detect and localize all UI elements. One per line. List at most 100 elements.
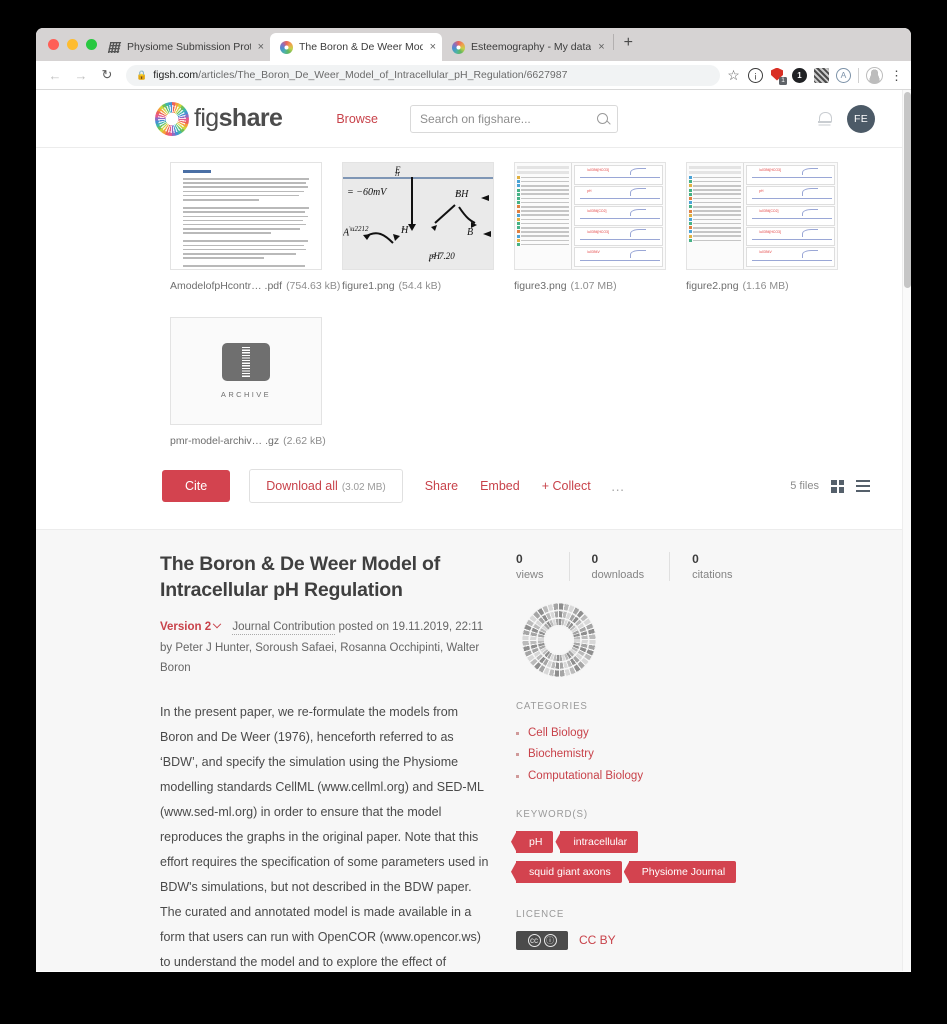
- figshare-logo-text: figshare: [194, 104, 283, 132]
- licence-heading: LICENCE: [516, 908, 565, 920]
- action-bar: Cite Download all (3.02 MB) Share Embed +…: [36, 447, 902, 530]
- info-circle-icon[interactable]: [748, 67, 763, 83]
- page-scrollbar[interactable]: [902, 90, 911, 971]
- close-icon[interactable]: ×: [430, 41, 436, 53]
- authors[interactable]: Peter J Hunter, Soroush Safaei, Rosanna …: [160, 642, 479, 674]
- tab-label: Esteemography - My data: [471, 41, 592, 53]
- opencor-parameter-panel: [687, 163, 744, 269]
- shield-extension-icon[interactable]: 1: [770, 68, 787, 85]
- opencor-plot-panel: \u0394[HCO3] pH \u0394[CO2] \u0394[HCO3]…: [572, 163, 665, 269]
- header-actions: FE: [818, 104, 875, 133]
- collect-button[interactable]: + Collect: [542, 479, 591, 493]
- file-card-figure2[interactable]: \u0394[HCO3] pH \u0394[CO2] \u0394[HCO3]…: [686, 162, 858, 292]
- file-thumbnail-figure1[interactable]: EH = −60mV H + BH + B A\u2212 pH i = 7.20: [342, 162, 494, 270]
- stat-downloads: 0 downloads: [592, 552, 671, 581]
- category-item[interactable]: Computational Biology: [516, 766, 846, 787]
- embed-button[interactable]: Embed: [480, 479, 520, 493]
- figshare-logo[interactable]: figshare: [155, 101, 283, 136]
- keyword-tag[interactable]: Physiome Journal: [628, 860, 737, 883]
- back-icon[interactable]: ←: [42, 68, 68, 83]
- url-path: /articles/The_Boron_De_Weer_Model_of_Int…: [198, 69, 568, 81]
- cite-button[interactable]: Cite: [162, 470, 231, 502]
- browser-menu-icon[interactable]: ⋮: [890, 68, 903, 83]
- stats-group: 0 views 0 downloads 0 citations: [516, 552, 846, 581]
- browser-toolbar: ← → ↻ 🔒 figsh.com/articles/The_Boron_De_…: [36, 61, 911, 90]
- profile-icon[interactable]: [866, 66, 883, 84]
- browser-tab-figshare-article[interactable]: The Boron & De Weer Model of I ×: [270, 33, 442, 61]
- close-window-button[interactable]: [48, 39, 59, 50]
- avatar[interactable]: FE: [847, 104, 875, 133]
- page-content: figshare Browse Search on figshare... FE: [36, 90, 902, 971]
- file-count-label: 5 files: [790, 480, 819, 492]
- article-abstract: In the present paper, we re-formulate th…: [160, 704, 489, 969]
- window-controls[interactable]: [48, 39, 97, 50]
- dark-badge-icon[interactable]: 1: [792, 67, 807, 83]
- search-icon[interactable]: [597, 113, 609, 124]
- file-card-archive[interactable]: ARCHIVE pmr-model-archiv… .gz (2.62 kB): [170, 317, 342, 447]
- licence-name[interactable]: CC BY: [579, 933, 616, 947]
- keywords-heading: KEYWORD(S): [516, 808, 588, 820]
- toolbar-divider: [858, 67, 859, 83]
- file-thumbnail-pdf[interactable]: [170, 162, 322, 270]
- chevron-down-icon: [212, 620, 222, 629]
- browser-tab-esteemography[interactable]: Esteemography - My data ×: [442, 33, 611, 61]
- keyword-tag[interactable]: pH: [516, 830, 554, 853]
- figure1-mv-label: = −60mV: [347, 187, 387, 198]
- file-thumbnail-figure2[interactable]: \u0394[HCO3] pH \u0394[CO2] \u0394[HCO3]…: [686, 162, 838, 270]
- keyword-tag[interactable]: squid giant axons: [516, 860, 622, 883]
- category-item[interactable]: Cell Biology: [516, 723, 846, 744]
- reload-icon[interactable]: ↻: [94, 67, 120, 83]
- browser-tab-physiome[interactable]: Physiome Submission Prototype ×: [98, 33, 270, 61]
- puzzle-extension-icon[interactable]: [814, 67, 829, 83]
- licence-row[interactable]: cc ⓘ CC BY: [516, 930, 846, 950]
- bookmark-star-icon[interactable]: [726, 68, 741, 83]
- address-bar[interactable]: 🔒 figsh.com/articles/The_Boron_De_Weer_M…: [126, 64, 720, 86]
- archive-icon: [222, 343, 270, 381]
- browser-window: Physiome Submission Prototype × The Boro…: [36, 28, 911, 972]
- file-thumbnail-archive[interactable]: ARCHIVE: [170, 317, 322, 425]
- files-area: AmodelofpHcontr… .pdf (754.63 kB) EH = −6…: [36, 148, 902, 447]
- article-type[interactable]: Journal Contribution: [232, 621, 336, 636]
- file-row: AmodelofpHcontr… .pdf (754.63 kB) EH = −6…: [36, 162, 902, 292]
- page-title: The Boron & De Weer Model of Intracellul…: [160, 553, 441, 601]
- stat-label: views: [516, 569, 544, 581]
- maximize-window-button[interactable]: [86, 39, 97, 50]
- list-view-icon[interactable]: [856, 480, 870, 492]
- scrollbar-thumb[interactable]: [904, 92, 911, 288]
- file-thumbnail-figure3[interactable]: \u0394[HCO3] pH \u0394[CO2] \u0394[HCO3]…: [514, 162, 666, 270]
- altmetric-donut-icon[interactable]: [522, 603, 596, 677]
- notification-bell-icon[interactable]: [818, 111, 832, 126]
- dark-badge-count: 1: [797, 70, 802, 80]
- lock-icon: 🔒: [136, 69, 148, 80]
- figshare-icon: [280, 40, 293, 54]
- file-card-figure1[interactable]: EH = −60mV H + BH + B A\u2212 pH i = 7.20: [342, 162, 514, 292]
- share-button[interactable]: Share: [425, 479, 458, 493]
- tab-strip: Physiome Submission Prototype × The Boro…: [36, 28, 911, 61]
- version-selector[interactable]: Version 2: [160, 620, 222, 633]
- url-host: figsh.com: [153, 69, 199, 81]
- search-input[interactable]: Search on figshare...: [410, 104, 619, 133]
- close-icon[interactable]: ×: [258, 41, 264, 53]
- page-viewport: figshare Browse Search on figshare... FE: [36, 90, 911, 971]
- tab-label: Physiome Submission Prototype: [127, 41, 251, 53]
- keyword-tag[interactable]: intracellular: [560, 830, 639, 853]
- forward-icon[interactable]: →: [68, 68, 94, 83]
- file-card-pdf[interactable]: AmodelofpHcontr… .pdf (754.63 kB): [170, 162, 342, 292]
- file-card-figure3[interactable]: \u0394[HCO3] pH \u0394[CO2] \u0394[HCO3]…: [514, 162, 686, 292]
- opencor-parameter-panel: [515, 163, 572, 269]
- new-tab-button[interactable]: +: [616, 34, 641, 55]
- tab-label: The Boron & De Weer Model of I: [299, 41, 423, 53]
- grid-view-icon[interactable]: [831, 479, 844, 493]
- circled-a-icon[interactable]: [836, 67, 851, 83]
- categories-heading: CATEGORIES: [516, 701, 588, 712]
- file-count-group: 5 files: [790, 479, 870, 493]
- file-label: figure3.png (1.07 MB): [514, 280, 617, 292]
- figure1-phi-label: pH i = 7.20: [429, 251, 455, 264]
- category-item[interactable]: Biochemistry: [516, 744, 846, 765]
- browse-link[interactable]: Browse: [336, 112, 378, 126]
- minimize-window-button[interactable]: [67, 39, 78, 50]
- figure1-h-label: H +: [401, 225, 409, 236]
- download-all-button[interactable]: Download all (3.02 MB): [249, 469, 403, 503]
- more-options-icon[interactable]: …: [611, 479, 627, 493]
- close-icon[interactable]: ×: [598, 41, 604, 53]
